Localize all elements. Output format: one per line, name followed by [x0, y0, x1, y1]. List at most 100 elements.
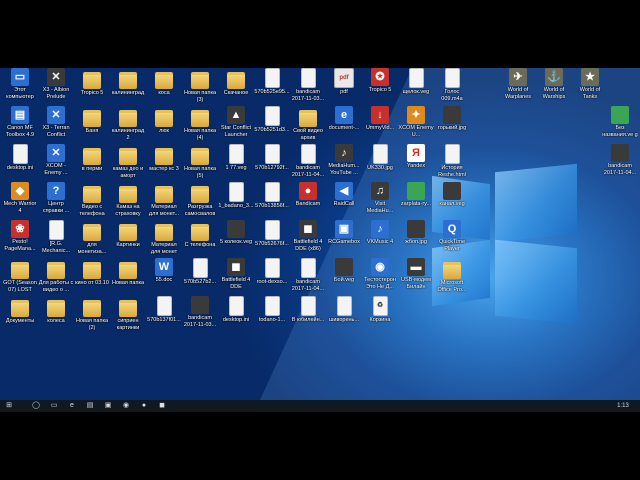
taskbar-app-button[interactable]: ◼: [156, 401, 168, 411]
desktop-icon[interactable]: канал.veg: [434, 182, 470, 208]
desktop-icon[interactable]: ◉ Тестостерон Это Не Д...: [362, 258, 398, 290]
desktop-icon[interactable]: 570b5251d3...: [254, 106, 290, 134]
desktop-icon[interactable]: жбоп.jpg: [398, 220, 434, 246]
desktop-icon[interactable]: С телефона: [182, 220, 218, 249]
desktop-icon[interactable]: Microsoft Office Pro...: [434, 258, 470, 293]
desktop-icon[interactable]: desktop.ini: [2, 144, 38, 172]
desktop-icon[interactable]: щелок.veg: [398, 68, 434, 96]
taskbar-app-button[interactable]: ▣: [102, 401, 114, 411]
desktop-icon[interactable]: ✈ World of Warplanes: [500, 68, 536, 100]
desktop-icon[interactable]: калининград: [110, 68, 146, 97]
desktop-icon[interactable]: root-dexso...: [254, 258, 290, 286]
desktop-icon[interactable]: pdf pdf: [326, 68, 362, 96]
desktop-icon[interactable]: Я Yandex: [398, 144, 434, 170]
desktop-icon[interactable]: ▭ Этот компьютер: [2, 68, 38, 100]
desktop-icon[interactable]: zarplata-ry...: [398, 182, 434, 208]
desktop-icon[interactable]: ⚓ World of Warships: [536, 68, 572, 100]
desktop-icon[interactable]: ❀ Pesto! PageMana...: [2, 220, 38, 252]
desktop-icon[interactable]: ♪ MediaHum... YouTube ...: [326, 144, 362, 176]
desktop-icon[interactable]: шиворень...: [326, 296, 362, 324]
desktop-icon[interactable]: кино от 03.10: [74, 258, 110, 287]
desktop-icon[interactable]: ◆ Mech Warrior 4: [2, 182, 38, 214]
taskbar-app-button[interactable]: ◉: [120, 401, 132, 411]
desktop-icon[interactable]: камаз део и аморт: [110, 144, 146, 179]
desktop-icon[interactable]: ● Bandicam: [290, 182, 326, 208]
desktop-icon[interactable]: desktop.ini: [218, 296, 254, 324]
desktop-icon[interactable]: мастер кс 3: [146, 144, 182, 173]
desktop-icon[interactable]: 1_badano_3...: [218, 182, 254, 210]
desktop-icon[interactable]: Tropico 5: [74, 68, 110, 97]
desktop-icon[interactable]: 570b527b2...: [182, 258, 218, 286]
desktop-icon[interactable]: 570b12792f...: [254, 144, 290, 172]
desktop-icon[interactable]: Новая папка: [110, 258, 146, 287]
desktop-icon[interactable]: e document-...: [326, 106, 362, 132]
desktop-icon[interactable]: для монетиза...: [74, 220, 110, 255]
desktop-icon[interactable]: 570b52676f...: [254, 220, 290, 248]
desktop-icon[interactable]: горький.jpg: [434, 106, 470, 132]
desktop-icon[interactable]: ✪ Tropico 5: [362, 68, 398, 94]
desktop-icon[interactable]: ▤ Canon MF Toolbox 4.9: [2, 106, 38, 138]
taskbar-app-button[interactable]: ◯: [30, 401, 42, 411]
desktop-icon[interactable]: ▣ RCGamebox: [326, 220, 362, 246]
taskbar-app-button[interactable]: e: [66, 401, 78, 411]
desktop-icon[interactable]: коса: [146, 68, 182, 97]
desktop-icon[interactable]: 570b525e95...: [254, 68, 290, 96]
taskbar-app-button[interactable]: ●: [138, 401, 150, 411]
desktop-icon[interactable]: калининград 2: [110, 106, 146, 141]
desktop-icon[interactable]: в перми: [74, 144, 110, 173]
desktop-icon[interactable]: Голос 009.m4a: [434, 68, 470, 102]
desktop-icon[interactable]: todano-1...: [254, 296, 290, 324]
desktop-icon[interactable]: Для работы с видео о ...: [38, 258, 74, 293]
desktop-icon[interactable]: ♻ Корзина: [362, 296, 398, 324]
desktop-icon[interactable]: Картинки: [110, 220, 146, 249]
desktop-icon[interactable]: Камаз на страховку: [110, 182, 146, 217]
desktop-icon[interactable]: bandicam 2017-11-03...: [290, 68, 326, 102]
desktop-icon[interactable]: ♫ Visit MediaHu...: [362, 182, 398, 214]
desktop-icon[interactable]: ▬ USB-модем Билайн: [398, 258, 434, 290]
desktop-icon[interactable]: ★ World of Tanks: [572, 68, 608, 100]
desktop-icon[interactable]: ✕ X3 - Albion Prelude: [38, 68, 74, 100]
desktop-icon[interactable]: Новая папка (3): [182, 68, 218, 103]
desktop-icon[interactable]: Новая папка (5): [182, 144, 218, 179]
desktop-icon[interactable]: ✕ XCOM - Enemy ...: [38, 144, 74, 176]
desktop-icon[interactable]: Бой.veg: [326, 258, 362, 284]
desktop-icon[interactable]: люк: [146, 106, 182, 135]
desktop-icon[interactable]: UK330.jpg: [362, 144, 398, 172]
desktop-icon[interactable]: Свой видео архив: [290, 106, 326, 141]
desktop-icon[interactable]: Q QuickTime Player: [434, 220, 470, 252]
desktop-icon[interactable]: сиприен картинки: [110, 296, 146, 331]
desktop-icon[interactable]: 1 77.veg: [218, 144, 254, 172]
desktop-icon[interactable]: Документы: [2, 296, 38, 325]
desktop-icon[interactable]: ♪ VKMusic 4: [362, 220, 398, 246]
desktop-icon[interactable]: ◼ Battlefield 4 DDE: [218, 258, 254, 290]
desktop-icon[interactable]: W 55.doc: [146, 258, 182, 284]
clock[interactable]: 1:13: [610, 401, 636, 411]
start-button[interactable]: ⊞: [4, 401, 14, 411]
desktop-icon[interactable]: Материал для монет: [146, 220, 182, 255]
desktop-icon[interactable]: колеса: [38, 296, 74, 325]
desktop-icon[interactable]: Разгрузка самосвалов: [182, 182, 218, 217]
desktop-icon[interactable]: 570b13856f...: [254, 182, 290, 210]
desktop-icon[interactable]: Скачаное: [218, 68, 254, 97]
desktop-icon[interactable]: В юбилейн...: [290, 296, 326, 324]
desktop-icon[interactable]: bandicam 2017-11-03...: [182, 296, 218, 328]
desktop-icon[interactable]: bandicam 2017-11-04...: [290, 144, 326, 178]
desktop-icon[interactable]: bandicam 2017-11-04...: [602, 144, 638, 176]
desktop-icon[interactable]: ◀ RaidCall: [326, 182, 362, 208]
desktop-icon[interactable]: ◼ Battlefield 4 DDE (x86): [290, 220, 326, 252]
desktop-icon[interactable]: Баня: [74, 106, 110, 135]
desktop-icon[interactable]: [R.G. Mechanic...: [38, 220, 74, 254]
desktop-icon[interactable]: bandicam 2017-11-04...: [290, 258, 326, 292]
desktop-icon[interactable]: Без названия.ve g: [602, 106, 638, 138]
desktop-icon[interactable]: Материал для монет...: [146, 182, 182, 217]
desktop-icon[interactable]: История Reshe.html: [434, 144, 470, 178]
desktop-icon[interactable]: Видео с телефона: [74, 182, 110, 217]
taskbar-app-button[interactable]: ▤: [84, 401, 96, 411]
desktop-icon[interactable]: 5 колеок.veg: [218, 220, 254, 246]
desktop-icon[interactable]: ? Центр справки ...: [38, 182, 74, 214]
taskbar-app-button[interactable]: ▭: [48, 401, 60, 411]
desktop-icon[interactable]: Новая папка (2): [74, 296, 110, 331]
desktop-icon[interactable]: Новая папка (4): [182, 106, 218, 141]
desktop-icon[interactable]: ✦ XCOM Enemy U...: [398, 106, 434, 138]
desktop-icon[interactable]: 570b137f01...: [146, 296, 182, 324]
